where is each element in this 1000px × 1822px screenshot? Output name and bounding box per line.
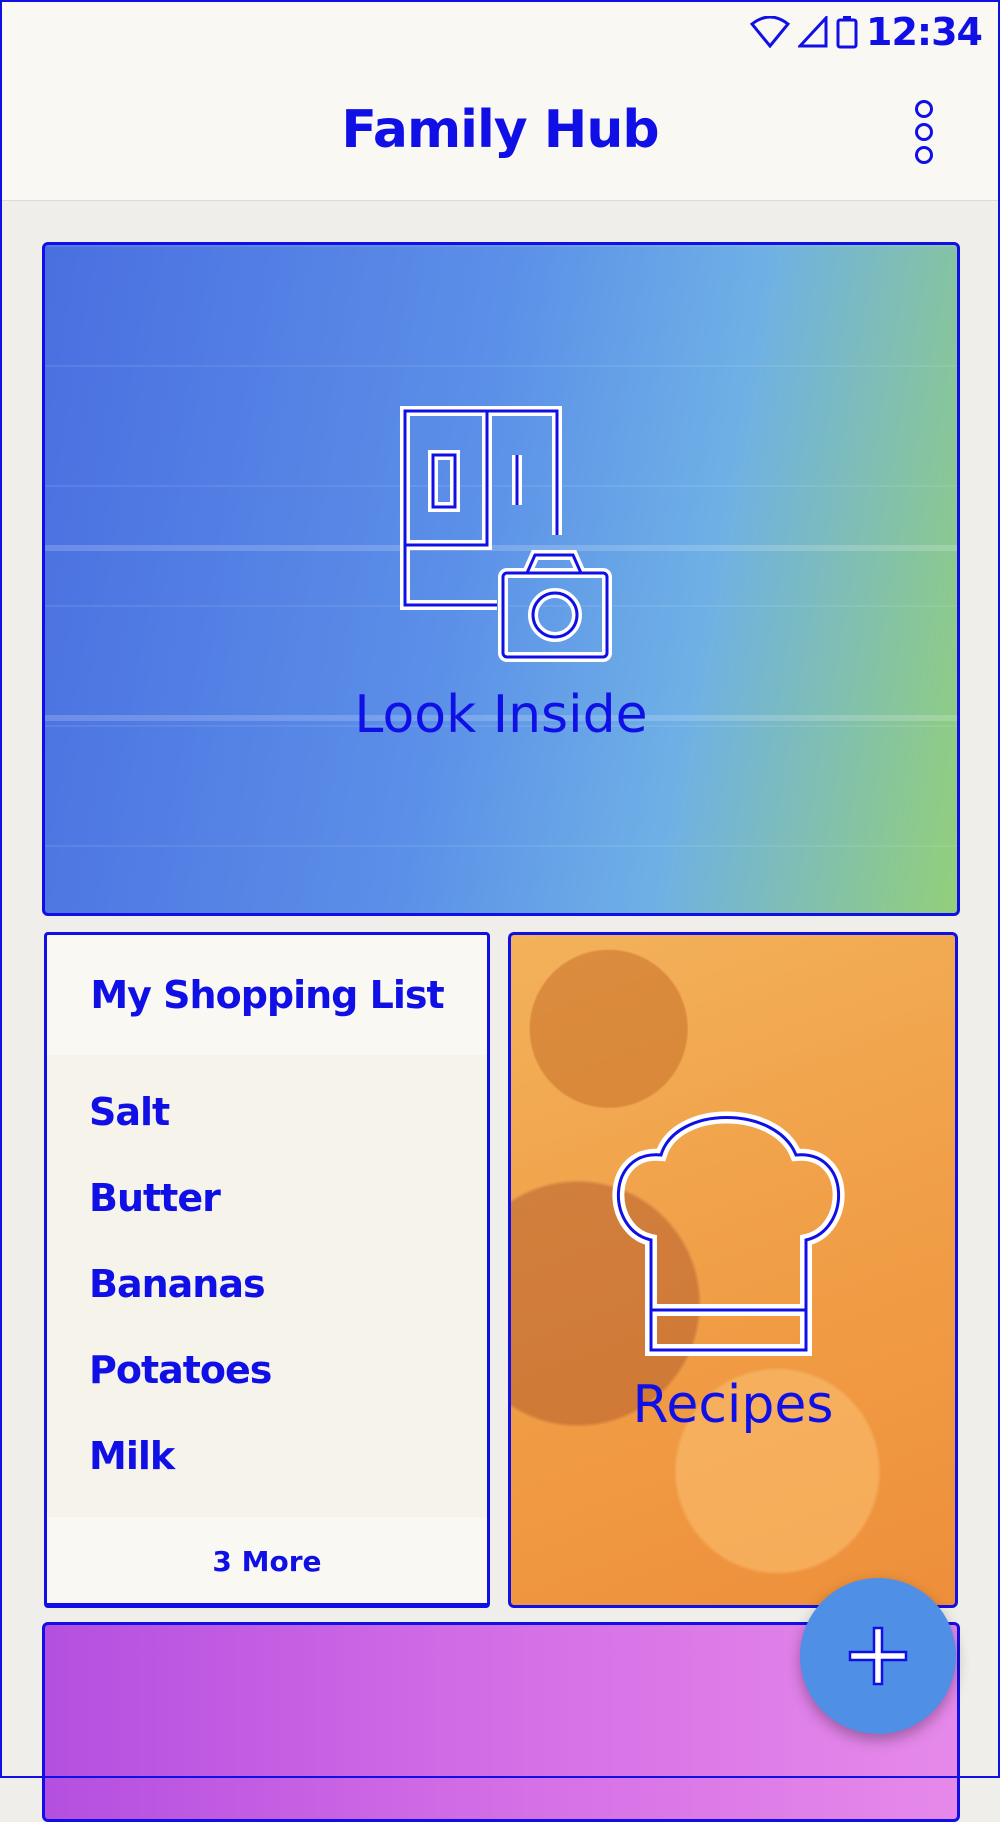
shopping-list-item[interactable]: Butter — [47, 1155, 487, 1241]
status-bar: 12:34 — [0, 0, 1000, 60]
wifi-icon — [750, 16, 791, 48]
app-bar: Family Hub — [0, 60, 1000, 201]
chef-hat-icon — [612, 1111, 845, 1356]
look-inside-card[interactable]: Look Inside — [42, 242, 960, 916]
shopping-list-title: My Shopping List — [90, 973, 444, 1017]
plus-icon — [848, 1626, 908, 1686]
more-vert-icon-dot — [915, 146, 933, 164]
more-vert-icon — [915, 100, 933, 118]
recipes-card[interactable]: Recipes — [508, 932, 958, 1608]
shopping-list-item[interactable]: Potatoes — [47, 1327, 487, 1413]
more-vert-icon-dot — [915, 123, 933, 141]
fridge-camera-icon — [400, 406, 612, 662]
shopping-list-item[interactable]: Bananas — [47, 1241, 487, 1327]
page-title: Family Hub — [341, 100, 659, 160]
signal-icon — [798, 16, 828, 48]
shopping-list: Salt Butter Bananas Potatoes Milk — [47, 1055, 487, 1517]
more-options-button[interactable] — [900, 100, 948, 164]
shopping-list-card[interactable]: My Shopping List Salt Butter Bananas Pot… — [44, 932, 490, 1608]
shopping-list-item[interactable]: Milk — [47, 1413, 487, 1499]
shopping-list-item[interactable]: Salt — [47, 1069, 487, 1155]
add-fab-button[interactable] — [800, 1578, 956, 1734]
status-time: 12:34 — [866, 10, 983, 54]
show-more-button[interactable]: 3 More — [47, 1517, 487, 1603]
look-inside-label: Look Inside — [354, 685, 648, 745]
recipes-label: Recipes — [632, 1375, 834, 1435]
battery-icon — [836, 16, 858, 49]
